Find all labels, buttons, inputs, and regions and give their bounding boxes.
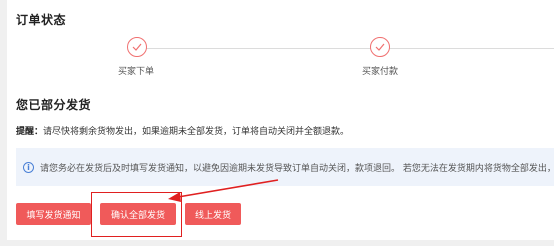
- page-bottom-edge: [0, 240, 554, 246]
- annotation-arrow-icon: [168, 179, 279, 202]
